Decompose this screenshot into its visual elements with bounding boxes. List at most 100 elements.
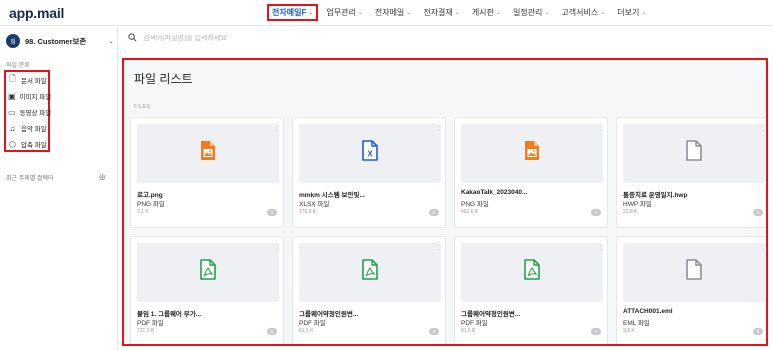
file-card[interactable]: · · · 통증치료 운영일지.hwp HWP 파일 22.8 K4	[616, 117, 766, 228]
add-icon[interactable]: ⊕	[98, 172, 106, 183]
file-type: XLSX 파일	[299, 201, 330, 208]
excel-file-icon: X	[361, 140, 379, 167]
category-label: 문서 파일	[21, 78, 47, 85]
file-name[interactable]: ATTACH001.eml	[623, 308, 763, 315]
file-thumbnail[interactable]	[461, 243, 603, 302]
file-size: 81.5 K	[299, 328, 314, 334]
chevron-down-icon: ⌄	[495, 10, 501, 16]
archive-icon: ⬡	[9, 139, 16, 149]
file-type: PNG 파일	[137, 201, 165, 208]
nav-label: 고객서비스	[561, 8, 599, 17]
file-card[interactable]: · · · 그룹웨어약정인원변... PDF 파일 81.5 K7	[454, 236, 608, 344]
more-options-icon[interactable]: · · ·	[276, 239, 278, 253]
file-size: 81.5 K	[461, 328, 476, 334]
file-card[interactable]: X · · · mmkm 시스템 보안및... XLSX 파일 176.8 K2	[292, 117, 446, 228]
more-options-icon[interactable]: · · ·	[438, 239, 440, 253]
avatar: 회	[6, 34, 20, 48]
file-card[interactable]: · · · ATTACH001.eml EML 파일 3.9 K 8	[616, 236, 766, 344]
file-size: 22.8 K	[623, 209, 638, 215]
video-icon: ▭	[8, 107, 16, 117]
pdf-file-icon	[361, 259, 379, 286]
chevron-down-icon: ⌄	[108, 38, 114, 45]
count-badge: 4	[753, 209, 763, 216]
chevron-down-icon: ⌄	[357, 10, 363, 16]
file-card[interactable]: · · · 붙임 1. 그룹웨어 부가... PDF 파일 731.0 K5	[130, 236, 284, 344]
category-item-3[interactable]: ♫ 음악 파일	[6, 120, 48, 136]
more-options-icon[interactable]: · · ·	[762, 239, 764, 253]
more-options-icon[interactable]: · · ·	[438, 120, 440, 134]
more-options-icon[interactable]: · · ·	[276, 120, 278, 134]
pdf-file-icon	[523, 259, 541, 286]
file-size: 3.9 K	[623, 328, 635, 334]
category-item-4[interactable]: ⬡ 압축 파일	[6, 136, 48, 152]
more-options-icon[interactable]: · · ·	[600, 239, 602, 253]
account-name: 98. Customer보존	[25, 36, 87, 46]
file-thumbnail[interactable]	[623, 243, 765, 302]
nav-label: 전자결재	[423, 8, 453, 17]
chevron-down-icon: ⌄	[406, 10, 412, 16]
search-icon[interactable]	[128, 33, 137, 44]
count-badge: 6	[429, 328, 439, 335]
file-name[interactable]: KakaoTalk_2023040...	[461, 189, 601, 196]
nav-label: 전자메일	[374, 8, 405, 17]
file-size: 3.1 K	[137, 209, 149, 215]
category-label: 이미지 파일	[19, 94, 52, 101]
image-file-icon	[199, 140, 217, 167]
file-card[interactable]: · · · KakaoTalk_2023040... PNG 파일 462.6 K 3	[454, 117, 608, 228]
file-thumbnail[interactable]	[137, 124, 279, 183]
more-options-icon[interactable]: · · ·	[762, 120, 764, 134]
count-badge: 5	[267, 328, 277, 335]
document-icon: 🗋	[9, 74, 16, 83]
file-thumbnail[interactable]	[461, 124, 603, 183]
nav-label: 일정관리	[512, 8, 543, 17]
category-label: 음악 파일	[21, 126, 47, 133]
file-thumbnail[interactable]	[137, 243, 279, 302]
category-item-2[interactable]: ▭ 동영상 파일	[6, 104, 51, 120]
file-size: 462.6 K	[461, 209, 479, 215]
file-thumbnail[interactable]: X	[299, 124, 441, 183]
search-bar	[128, 33, 443, 44]
image-file-icon	[523, 140, 541, 167]
category-item-1[interactable]: ▣ 이미지 파일	[6, 88, 51, 104]
category-item-0[interactable]: 🗋 문서 파일	[6, 72, 48, 88]
nav-label: 더보기	[617, 8, 640, 17]
file-card[interactable]: · · · 그룹웨어약정인원변... PDF 파일 81.5 K6	[292, 236, 446, 344]
file-type: PDF 파일	[137, 320, 164, 327]
file-size: 176.8 K	[299, 209, 317, 215]
main-nav: 전자메일F ⌄ 업무관리 ⌄ 전자메일 ⌄ 전자결재 ⌄ 게시판 ⌄ 일정관리 ⌄ 고객서비스 ⌄ 더보기 ⌄	[267, 4, 658, 21]
nav-item-2[interactable]: 전자메일 ⌄	[375, 7, 411, 18]
category-label: 동영상 파일	[19, 110, 52, 117]
music-icon: ♫	[9, 123, 16, 133]
nav-item-7[interactable]: 더보기 ⌄	[617, 7, 646, 18]
nav-item-6[interactable]: 고객서비스 ⌄	[561, 7, 605, 18]
nav-item-1[interactable]: 업무관리 ⌄	[326, 7, 362, 18]
recent-label: 최근 주제별 컬렉터	[6, 176, 54, 182]
files-label: FILES	[134, 104, 151, 110]
search-input[interactable]	[143, 35, 443, 42]
nav-label: 업무관리	[326, 8, 356, 17]
file-card[interactable]: · · · 로고.png PNG 파일 3.1 K1	[130, 117, 284, 228]
image-icon: ▣	[8, 91, 16, 101]
svg-text:X: X	[367, 150, 373, 159]
file-thumbnail[interactable]	[299, 243, 441, 302]
account-selector[interactable]: 회 98. Customer보존 ⌄	[6, 33, 114, 49]
count-badge: 3	[591, 209, 601, 216]
nav-item-3[interactable]: 전자결재 ⌄	[423, 7, 459, 18]
app-logo[interactable]: app.mail	[9, 5, 64, 21]
generic-file-icon	[685, 140, 703, 167]
more-options-icon[interactable]: · · ·	[600, 120, 602, 134]
category-label: 압축 파일	[21, 142, 47, 149]
nav-label: 전자메일F	[272, 8, 307, 17]
category-list: 🗋 문서 파일 ▣ 이미지 파일 ▭ 동영상 파일 ♫ 음악 파일 ⬡ 압축 파일	[4, 70, 51, 152]
file-size: 731.0 K	[137, 328, 155, 334]
nav-item-4[interactable]: 게시판 ⌄	[472, 7, 501, 18]
chevron-down-icon: ⌄	[454, 10, 460, 16]
recent-collector: 최근 주제별 컬렉터 ⊕	[6, 172, 106, 183]
sidebar: 회 98. Customer보존 ⌄ 파일 분류 🗋 문서 파일 ▣ 이미지 파일 ▭ 동…	[0, 27, 118, 350]
count-badge: 1	[267, 209, 277, 216]
page-title: 파일 리스트	[134, 72, 193, 86]
file-thumbnail[interactable]	[623, 124, 765, 183]
pdf-file-icon	[199, 259, 217, 286]
nav-item-5[interactable]: 일정관리 ⌄	[513, 7, 549, 18]
nav-item-0[interactable]: 전자메일F ⌄	[267, 4, 319, 21]
